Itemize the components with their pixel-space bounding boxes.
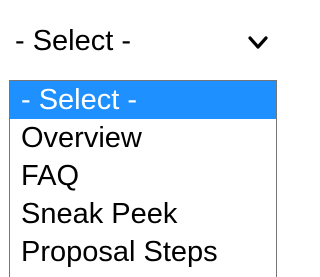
option-proposal-steps[interactable]: Proposal Steps xyxy=(10,233,276,271)
option-overview[interactable]: Overview xyxy=(10,119,276,157)
chevron-down-icon[interactable] xyxy=(248,36,268,50)
select-current-value: - Select - xyxy=(15,25,132,57)
select-dropdown[interactable]: - Select - xyxy=(0,0,281,80)
dropdown-list: - Select - Overview FAQ Sneak Peek Propo… xyxy=(9,80,277,277)
option-faq[interactable]: FAQ xyxy=(10,157,276,195)
option-select[interactable]: - Select - xyxy=(10,81,276,119)
option-sneak-peek[interactable]: Sneak Peek xyxy=(10,195,276,233)
